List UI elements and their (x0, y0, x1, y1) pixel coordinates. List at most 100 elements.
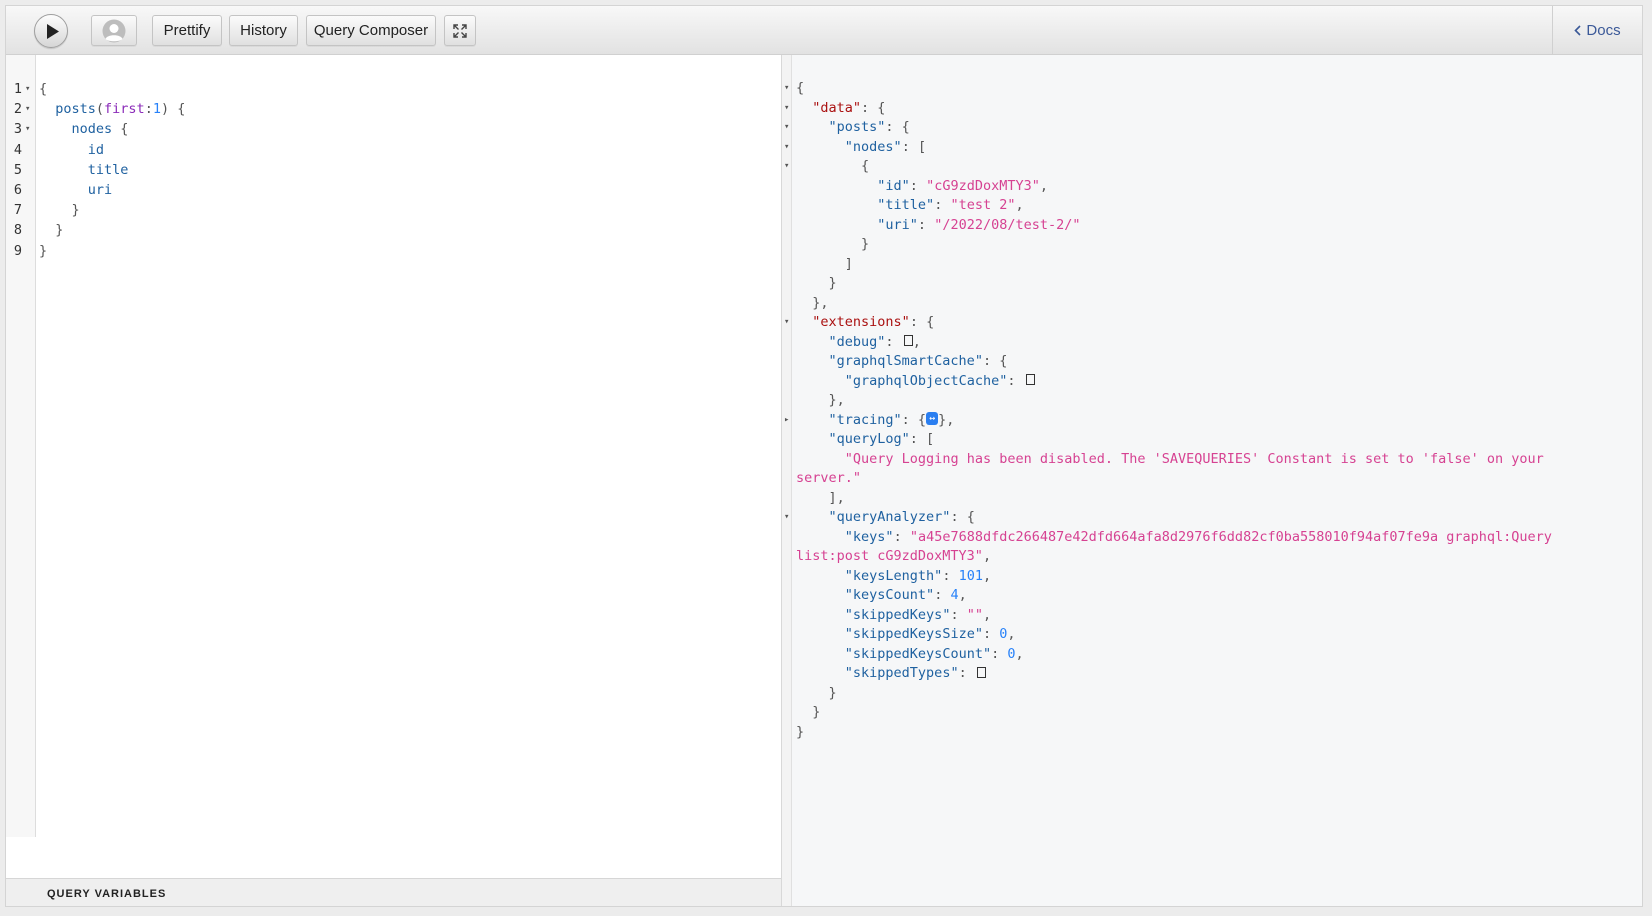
editor-line[interactable]: 4 id (6, 140, 766, 160)
json-token: } (796, 236, 870, 252)
query-variables-toggle[interactable]: QUERY VARIABLES (6, 878, 781, 906)
user-avatar-icon (102, 19, 126, 42)
json-token: "extensions" (812, 314, 910, 330)
json-token: "title" (877, 197, 935, 213)
fold-arrow-icon[interactable]: ▾ (784, 79, 789, 99)
result-line: ▾ { (784, 157, 1642, 177)
expand-arrow-icon[interactable]: ▸ (784, 411, 789, 431)
result-line: } (792, 723, 1642, 743)
editor-line[interactable]: 5 title (6, 160, 766, 180)
json-token: }, (796, 392, 845, 408)
editor-line[interactable]: 1 ▾ { (6, 79, 766, 99)
json-token: "queryLog" (828, 431, 910, 447)
result-line: ▸ "tracing": {↔}, (784, 411, 1642, 431)
fold-arrow-icon[interactable]: ▾ (784, 99, 789, 119)
json-token: "posts" (828, 119, 886, 135)
result-text: } (796, 274, 837, 294)
json-token: "nodes" (844, 138, 902, 155)
code-token: : (144, 101, 153, 118)
json-token: 0 (1007, 645, 1016, 662)
result-text: "skippedTypes": (796, 664, 986, 684)
fold-arrow-icon[interactable]: ▾ (25, 119, 30, 139)
code-token: id (39, 141, 105, 158)
result-line: ▾ "posts": { (784, 118, 1642, 138)
result-line: "Query Logging has been disabled. The 'S… (792, 450, 1642, 470)
json-token: , (1007, 626, 1016, 642)
result-line: } (792, 235, 1642, 255)
pane-resize-handle[interactable] (782, 55, 792, 906)
editor-line[interactable]: 6 uri (6, 180, 766, 200)
json-token: }, (796, 294, 829, 311)
json-token: "tracing" (828, 411, 902, 428)
docs-button[interactable]: Docs (1552, 6, 1642, 55)
json-token: , (1015, 645, 1024, 662)
code-token: } (39, 242, 48, 259)
json-token: : (942, 567, 959, 584)
fold-arrow-icon[interactable]: ▾ (784, 508, 789, 528)
json-token: : (934, 587, 951, 603)
json-token: : (934, 197, 951, 213)
json-token: "skippedTypes" (844, 665, 959, 681)
json-token: } (796, 704, 821, 720)
result-line: } (792, 274, 1642, 294)
query-code[interactable]: 1 ▾{2 ▾ posts(first:1) {3 ▾ nodes {4 id 5 ti… (6, 79, 766, 261)
result-line: ▾ "extensions": { (784, 313, 1642, 333)
result-line: ] (792, 255, 1642, 275)
fold-arrow-icon[interactable]: ▾ (25, 99, 30, 119)
editor-line[interactable]: 7 } (6, 200, 766, 220)
json-token: "uri" (877, 216, 918, 233)
fold-arrow-icon[interactable]: ▾ (784, 313, 789, 333)
result-line: "skippedKeys": "", (792, 606, 1642, 626)
json-token: : { (950, 509, 975, 525)
collapsed-object-badge[interactable]: ↔ (926, 412, 939, 425)
code-token: } (39, 202, 80, 219)
json-token: : (982, 626, 1000, 642)
code-token: ) { (160, 101, 186, 118)
code-text: title (39, 160, 129, 180)
play-icon (47, 24, 59, 39)
result-line: "queryLog": [ (792, 430, 1642, 450)
json-token: } (796, 275, 837, 291)
prettify-button[interactable]: Prettify (152, 15, 222, 46)
query-composer-button[interactable]: Query Composer (306, 15, 436, 46)
result-text: "data": { (796, 99, 885, 119)
json-token: list:post cG9zdDoxMTY3" (796, 548, 983, 564)
code-text: } (39, 220, 63, 240)
editor-line[interactable]: 2 ▾ posts(first:1) { (6, 99, 766, 119)
query-editor[interactable]: 1 ▾{2 ▾ posts(first:1) {3 ▾ nodes {4 id 5 ti… (6, 55, 782, 906)
result-text: "id": "cG9zdDoxMTY3", (796, 177, 1048, 197)
fold-arrow-icon[interactable]: ▾ (784, 138, 789, 158)
editor-line[interactable]: 3 ▾ nodes { (6, 119, 766, 139)
json-token: 4 (950, 587, 959, 603)
result-text: "debug": , (796, 333, 921, 353)
result-text: "skippedKeys": "", (796, 606, 991, 626)
line-number: 1 (13, 81, 22, 97)
json-token: { (796, 80, 805, 96)
json-token: }, (938, 411, 955, 428)
fold-arrow-icon[interactable]: ▾ (784, 118, 789, 138)
toolbar: Prettify History Query Composer Docs (6, 6, 1642, 55)
avatar-button[interactable] (91, 15, 137, 46)
history-button[interactable]: History (229, 15, 298, 46)
result-line: ], (792, 489, 1642, 509)
json-token: ] (796, 255, 853, 272)
json-token: : { (885, 119, 910, 135)
result-text: }, (796, 294, 829, 314)
fullscreen-button[interactable] (444, 15, 476, 46)
fold-arrow-icon[interactable]: ▾ (784, 157, 789, 177)
result-text: } (796, 235, 869, 255)
run-query-button[interactable] (34, 14, 68, 48)
fold-arrow-icon[interactable]: ▾ (25, 79, 30, 99)
editor-line[interactable]: 9} (6, 241, 766, 261)
result-line: "keysLength": 101, (792, 567, 1642, 587)
code-text: } (39, 241, 47, 261)
result-text: "posts": { (796, 118, 910, 138)
editor-line[interactable]: 8 } (6, 220, 766, 240)
